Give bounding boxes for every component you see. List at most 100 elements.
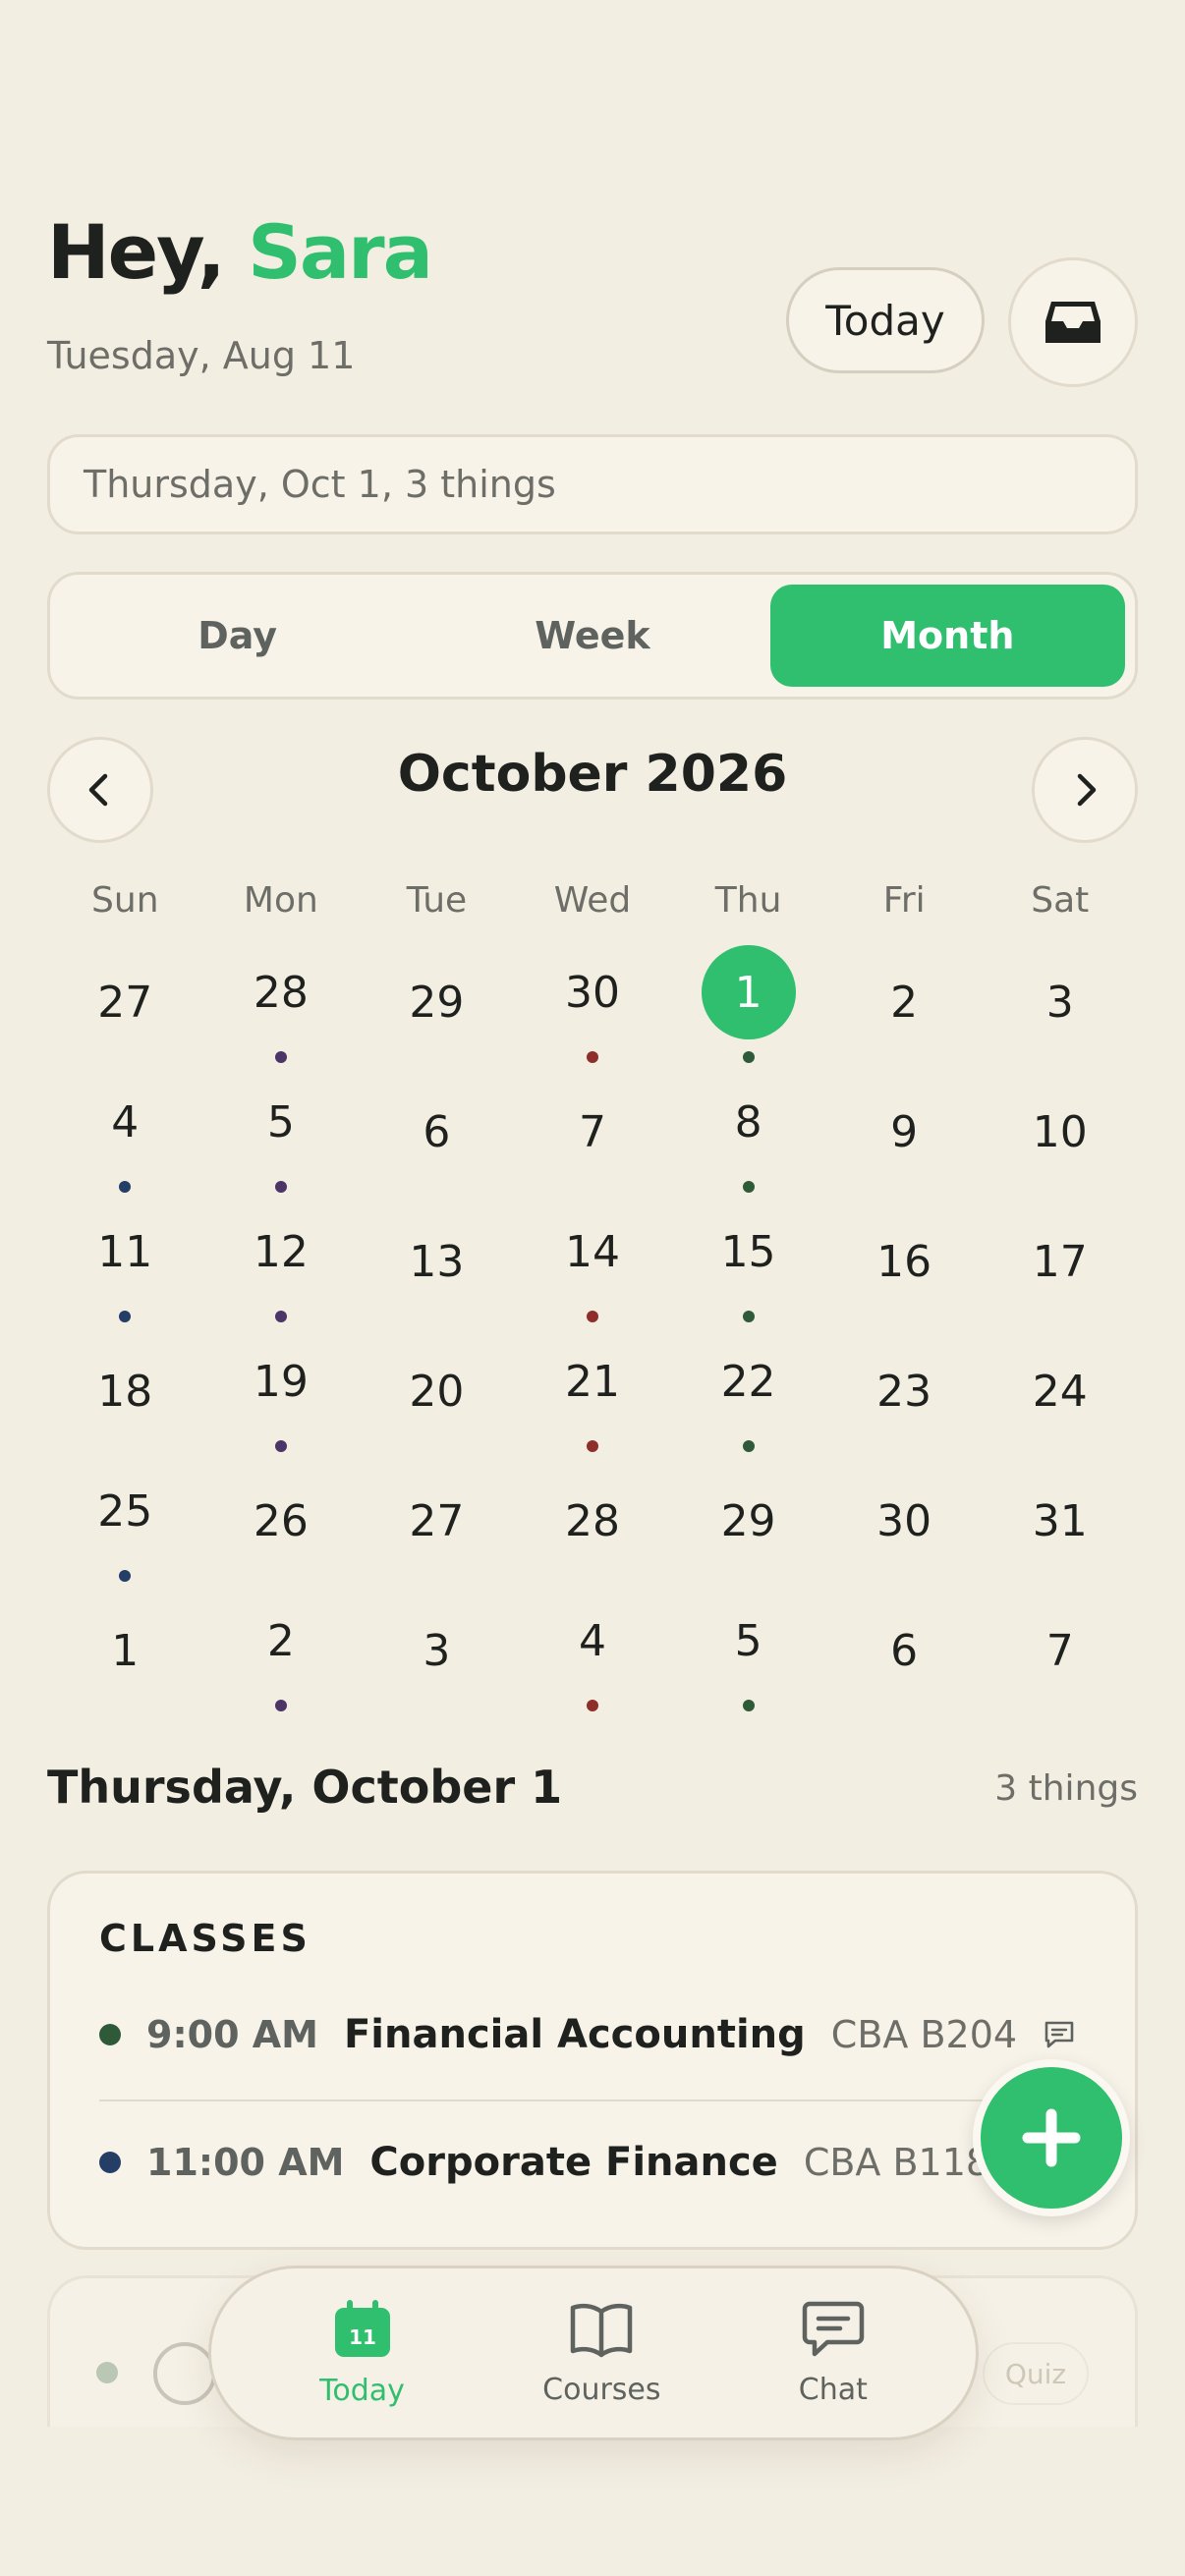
calendar-day[interactable]: 11 [47, 1203, 203, 1332]
calendar-day[interactable]: 22 [670, 1332, 826, 1462]
calendar-day-number: 2 [266, 1615, 295, 1666]
calendar-day[interactable]: 16 [826, 1203, 983, 1332]
class-row[interactable]: 9:00 AM Financial Accounting CBA B204 [99, 1995, 1076, 2074]
summary-search-field[interactable]: Thursday, Oct 1, 3 things [47, 434, 1138, 534]
calendar-day-number: 5 [266, 1096, 295, 1148]
calendar-day-number: 13 [409, 1236, 465, 1287]
calendar-day[interactable]: 19 [203, 1332, 360, 1462]
calendar-day-number: 3 [1045, 977, 1074, 1028]
calendar-day[interactable]: 31 [982, 1462, 1138, 1592]
tab-courses[interactable]: Courses [542, 2300, 661, 2407]
calendar-day[interactable]: 3 [359, 1592, 515, 1721]
calendar-day[interactable]: 13 [359, 1203, 515, 1332]
calendar-day[interactable]: 4 [47, 1073, 203, 1203]
calendar-day[interactable]: 6 [359, 1073, 515, 1203]
calendar-day[interactable]: 29 [670, 1462, 826, 1592]
calendar-day[interactable]: 23 [826, 1332, 983, 1462]
class-row[interactable]: 11:00 AM Corporate Finance CBA B118 [99, 2123, 1048, 2202]
calendar-day[interactable]: 27 [47, 943, 203, 1073]
event-dot [119, 1570, 132, 1582]
calendar-day[interactable]: 26 [203, 1462, 360, 1592]
calendar-day[interactable]: 29 [359, 943, 515, 1073]
calendar-day[interactable]: 21 [515, 1332, 671, 1462]
add-button[interactable] [973, 2059, 1130, 2216]
weekday-label: Sun [91, 880, 159, 921]
calendar-day[interactable]: 2 [826, 943, 983, 1073]
class-room: CBA B118 [803, 2141, 990, 2184]
calendar-day[interactable]: 28 [203, 943, 360, 1073]
item-count: 3 things [994, 1768, 1138, 1809]
calendar-day[interactable]: 2 [203, 1592, 360, 1721]
calendar-day-number: 16 [876, 1236, 932, 1287]
calendar-day-number: 26 [253, 1495, 309, 1546]
weekday-label: Sat [1031, 880, 1090, 921]
calendar-day-number: 29 [720, 1495, 776, 1546]
weekday-label: Tue [406, 880, 468, 921]
class-color-dot [99, 2152, 121, 2173]
month-title: October 2026 [397, 745, 788, 804]
calendar-day[interactable]: 18 [47, 1332, 203, 1462]
calendar-day-number: 10 [1032, 1106, 1088, 1157]
today-button[interactable]: Today [786, 267, 985, 373]
weekday-label: Wed [553, 880, 632, 921]
comment-icon[interactable] [1043, 2019, 1076, 2050]
calendar-day-number: 25 [97, 1485, 153, 1537]
calendar-day[interactable]: 1 [47, 1592, 203, 1721]
calendar-day[interactable]: 12 [203, 1203, 360, 1332]
calendar-day[interactable]: 25 [47, 1462, 203, 1592]
tab-chat[interactable]: Chat [799, 2300, 868, 2407]
calendar-day-number: 17 [1032, 1236, 1088, 1287]
event-dot [742, 1700, 755, 1711]
calendar-day[interactable]: 7 [515, 1073, 671, 1203]
view-month-tab[interactable]: Month [769, 585, 1125, 687]
calendar-day[interactable]: 4 [515, 1592, 671, 1721]
calendar-day[interactable]: 20 [359, 1332, 515, 1462]
calendar-day[interactable]: 8 [670, 1073, 826, 1203]
calendar-day[interactable]: 3 [982, 943, 1138, 1073]
greeting-text: Hey, [47, 208, 226, 296]
calendar-day[interactable]: 10 [982, 1073, 1138, 1203]
calendar-day[interactable]: 30 [826, 1462, 983, 1592]
calendar-day-number: 4 [111, 1096, 140, 1148]
event-dot [586, 1051, 598, 1063]
calendar-day-selected[interactable]: 1 [670, 943, 826, 1073]
calendar-day-number: 7 [1045, 1625, 1074, 1676]
event-dot [742, 1311, 755, 1322]
calendar-day-number: 11 [97, 1226, 153, 1277]
calendar-day[interactable]: 14 [515, 1203, 671, 1332]
calendar-day-number: 3 [423, 1625, 451, 1676]
calendar-day-number: 1 [701, 945, 796, 1039]
event-dot [742, 1181, 755, 1193]
weekday-header: Sun Mon Tue Wed Thu Fri Sat [47, 880, 1138, 921]
calendar-day[interactable]: 6 [826, 1592, 983, 1721]
tab-today[interactable]: 11 Today [319, 2299, 405, 2408]
calendar-day[interactable]: 27 [359, 1462, 515, 1592]
event-dot [274, 1051, 287, 1063]
calendar-day-number: 27 [409, 1495, 465, 1546]
calendar-day[interactable]: 9 [826, 1073, 983, 1203]
calendar-day[interactable]: 5 [203, 1073, 360, 1203]
class-title: Financial Accounting [343, 2012, 806, 2057]
view-switcher: Day Week Month [47, 572, 1138, 700]
checkbox-circle[interactable] [153, 2342, 216, 2405]
divider [99, 2100, 1092, 2101]
view-day-tab[interactable]: Day [60, 585, 415, 687]
calendar-day-number: 24 [1032, 1366, 1088, 1417]
view-week-tab[interactable]: Week [415, 585, 769, 687]
event-dot [742, 1440, 755, 1452]
calendar-day[interactable]: 30 [515, 943, 671, 1073]
event-dot [586, 1700, 598, 1711]
class-time: 9:00 AM [146, 2013, 318, 2056]
calendar-day[interactable]: 17 [982, 1203, 1138, 1332]
calendar-day[interactable]: 5 [670, 1592, 826, 1721]
calendar-day[interactable]: 24 [982, 1332, 1138, 1462]
next-month-button[interactable] [1032, 737, 1138, 843]
weekday-label: Thu [714, 880, 782, 921]
calendar-day[interactable]: 7 [982, 1592, 1138, 1721]
calendar-day-badge: 11 [349, 2325, 376, 2349]
inbox-button[interactable] [1008, 257, 1138, 387]
calendar-day[interactable]: 15 [670, 1203, 826, 1332]
calendar-day-number: 30 [876, 1495, 932, 1546]
bottom-tab-bar: 11 Today Courses Chat [208, 2266, 979, 2440]
calendar-day[interactable]: 28 [515, 1462, 671, 1592]
